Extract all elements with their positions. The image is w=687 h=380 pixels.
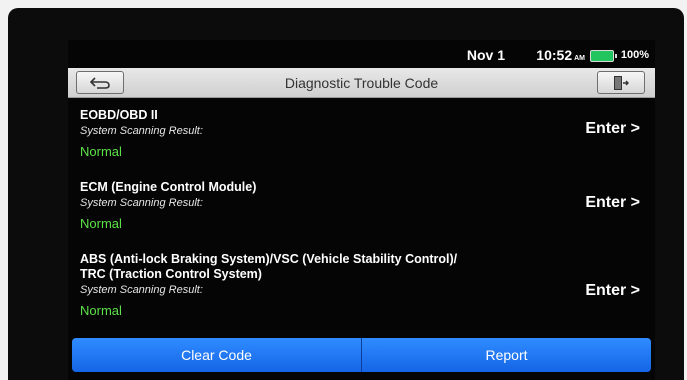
scan-result-label: System Scanning Result: <box>80 284 203 296</box>
page-title: Diagnostic Trouble Code <box>284 75 439 91</box>
system-entry-eobd[interactable]: EOBD/OBD II System Scanning Result: Norm… <box>80 108 640 159</box>
enter-button[interactable]: Enter > <box>585 194 640 212</box>
battery-icon <box>590 50 617 62</box>
status-date: Nov 1 <box>466 47 505 63</box>
screen: Nov 1 10:52 AM 100% Diagnostic Trouble Co… <box>68 40 655 380</box>
system-entry-abs[interactable]: ABS (Anti-lock Braking System)/VSC (Vehi… <box>80 252 640 318</box>
scan-result-value: Normal <box>80 144 122 159</box>
scan-result-label: System Scanning Result: <box>80 197 203 209</box>
action-bar: Clear Code Report <box>72 338 651 372</box>
status-bar: Nov 1 10:52 AM 100% <box>68 40 655 68</box>
system-list: EOBD/OBD II System Scanning Result: Norm… <box>68 98 655 328</box>
system-name: ABS (Anti-lock Braking System)/VSC (Vehi… <box>80 252 458 281</box>
battery-percent: 100% <box>620 49 649 61</box>
title-bar: Diagnostic Trouble Code <box>68 68 655 98</box>
system-name: ECM (Engine Control Module) <box>80 180 257 194</box>
enter-button[interactable]: Enter > <box>585 282 640 300</box>
scan-result-label: System Scanning Result: <box>80 125 203 137</box>
clear-code-button[interactable]: Clear Code <box>72 338 362 372</box>
system-name: EOBD/OBD II <box>80 108 158 122</box>
report-button[interactable]: Report <box>362 338 651 372</box>
scan-result-value: Normal <box>80 303 122 318</box>
exit-button[interactable] <box>597 71 645 94</box>
exit-door-icon <box>614 75 629 90</box>
device-frame: Nov 1 10:52 AM 100% Diagnostic Trouble Co… <box>8 8 684 380</box>
system-entry-ecm[interactable]: ECM (Engine Control Module) System Scann… <box>80 180 640 231</box>
status-time: 10:52 AM <box>536 47 585 63</box>
scan-result-value: Normal <box>80 216 122 231</box>
status-time-value: 10:52 <box>536 47 573 63</box>
status-ampm: AM <box>574 55 585 62</box>
enter-button[interactable]: Enter > <box>585 120 640 138</box>
